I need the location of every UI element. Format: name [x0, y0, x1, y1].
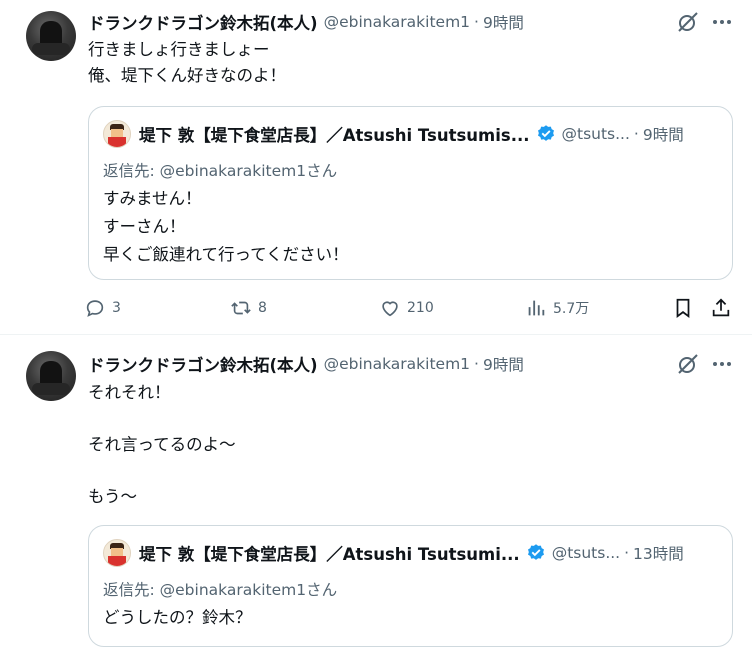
quoted-tweet[interactable]: 堤下 敦【堤下食堂店長】／Atsushi Tsutsumi... @tsuts.… [88, 525, 733, 647]
quote-reply-to[interactable]: 返信先: @ebinakarakitem1さん [103, 159, 337, 181]
like-button[interactable]: 210 [379, 292, 434, 324]
like-icon [382, 301, 398, 317]
author-avatar[interactable] [26, 351, 76, 401]
quote-author-handle[interactable]: @tsuts... [552, 544, 620, 562]
author-avatar[interactable] [26, 11, 76, 61]
quote-time[interactable]: 9時間 [643, 123, 684, 145]
retweet-button[interactable]: 8 [230, 292, 267, 324]
quote-author-name[interactable]: 堤下 敦【堤下食堂店長】／Atsushi Tsutsumi... [139, 541, 520, 565]
author-handle[interactable]: @ebinakarakitem1 [324, 355, 470, 373]
tweet-text-line: それそれ！ [88, 383, 171, 402]
tweet-text: 行きましょ行きましょー 俺、堤下くん好きなのよ！ [88, 37, 286, 89]
tweet-time[interactable]: 9時間 [483, 353, 524, 375]
quote-text-line: すーさん！ [103, 217, 186, 236]
separator-dot: · [624, 544, 630, 562]
tweet-text-line: 俺、堤下くん好きなのよ！ [88, 66, 286, 85]
tweet-time[interactable]: 9時間 [483, 11, 524, 33]
retweet-count: 8 [258, 300, 267, 316]
author-name[interactable]: ドランクドラゴン鈴木拓(本人) [88, 10, 318, 34]
views-icon [528, 300, 545, 316]
quote-text-line: どうしたの？鈴木？ [103, 608, 252, 627]
quoted-tweet[interactable]: 堤下 敦【堤下食堂店長】／Atsushi Tsutsumis... @tsuts… [88, 106, 733, 280]
separator-dot: · [633, 125, 639, 143]
tweet-text-line: 行きましょ行きましょー [88, 40, 270, 59]
bookmark-button[interactable] [672, 292, 694, 324]
verified-badge-icon [527, 544, 544, 560]
quote-author-name[interactable]: 堤下 敦【堤下食堂店長】／Atsushi Tsutsumis... [139, 122, 530, 146]
tweet[interactable]: ドランクドラゴン鈴木拓(本人) @ebinakarakitem1 · 9時間 行… [0, 0, 752, 335]
separator-dot: · [474, 13, 479, 31]
reply-icon [86, 300, 104, 317]
grok-icon[interactable] [676, 10, 700, 34]
quote-author-avatar[interactable] [103, 120, 131, 148]
quote-text: どうしたの？鈴木？ [103, 604, 252, 632]
more-icon[interactable] [710, 352, 734, 376]
tweet-text-line [88, 458, 236, 484]
share-icon [712, 298, 730, 317]
tweet-header: ドランクドラゴン鈴木拓(本人) @ebinakarakitem1 · 9時間 [88, 352, 524, 376]
tweet-header: ドランクドラゴン鈴木拓(本人) @ebinakarakitem1 · 9時間 [88, 10, 524, 34]
separator-dot: · [474, 355, 479, 373]
quote-text: すみません！ すーさん！ 早くご飯連れて行ってください！ [103, 185, 349, 269]
quote-text-line: 早くご飯連れて行ってください！ [103, 245, 349, 264]
author-handle[interactable]: @ebinakarakitem1 [324, 13, 470, 31]
tweet-text-line: それ言ってるのよ〜 [88, 435, 236, 454]
more-icon[interactable] [710, 10, 734, 34]
view-count: 5.7万 [553, 301, 590, 317]
like-count: 210 [407, 300, 434, 316]
grok-icon[interactable] [676, 352, 700, 376]
tweet-text: それそれ！ それ言ってるのよ〜 もう〜 [88, 380, 236, 510]
quote-header: 堤下 敦【堤下食堂店長】／Atsushi Tsutsumi... @tsuts.… [103, 539, 684, 567]
reply-button[interactable]: 3 [84, 292, 121, 324]
quote-author-handle[interactable]: @tsuts... [562, 125, 630, 143]
quote-reply-to[interactable]: 返信先: @ebinakarakitem1さん [103, 578, 337, 600]
reply-count: 3 [112, 300, 121, 316]
quote-header: 堤下 敦【堤下食堂店長】／Atsushi Tsutsumis... @tsuts… [103, 120, 684, 148]
author-name[interactable]: ドランクドラゴン鈴木拓(本人) [88, 352, 318, 376]
verified-badge-icon [537, 125, 554, 141]
views-button[interactable]: 5.7万 [525, 292, 589, 324]
retweet-icon [231, 301, 251, 315]
tweet-actions: 3 8 210 5.7万 [84, 292, 734, 324]
tweet-text-line [88, 406, 236, 432]
tweet[interactable]: ドランクドラゴン鈴木拓(本人) @ebinakarakitem1 · 9時間 そ… [0, 335, 752, 659]
tweet-text-line: もう〜 [88, 487, 138, 506]
quote-author-avatar[interactable] [103, 539, 131, 567]
quote-time[interactable]: 13時間 [633, 542, 684, 564]
bookmark-icon [676, 298, 690, 318]
share-button[interactable] [710, 292, 732, 324]
quote-text-line: すみません！ [103, 189, 202, 208]
